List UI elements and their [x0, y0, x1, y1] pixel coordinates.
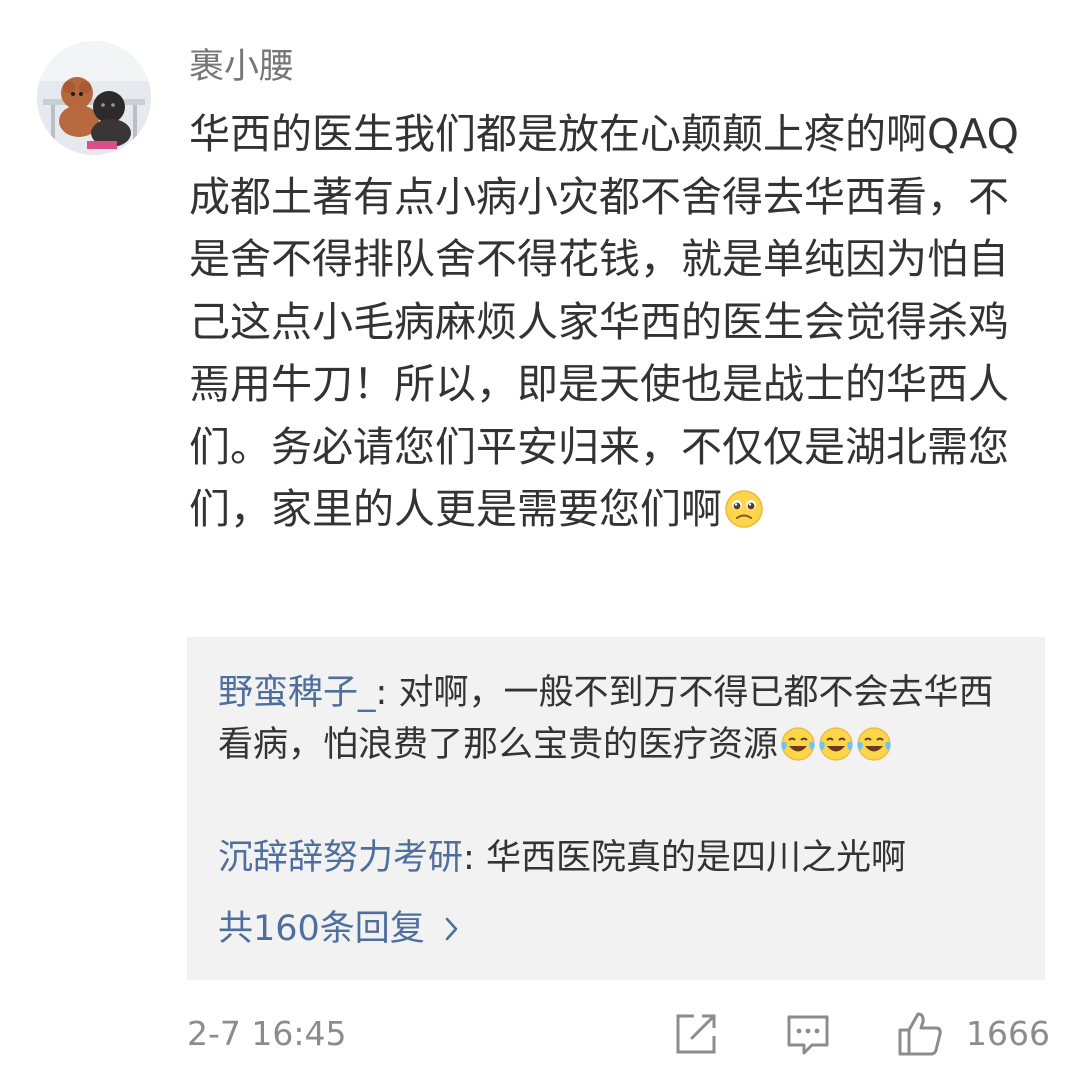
crying-laughing-icon	[780, 726, 816, 762]
chevron-right-icon	[443, 908, 461, 956]
more-replies-label: 共160条回复	[218, 909, 425, 949]
comment-icon[interactable]	[784, 1010, 832, 1058]
crying-laughing-icon	[818, 726, 854, 762]
reply-separator: :	[375, 673, 399, 713]
reply-item[interactable]: 沉辞辞努力考研: 华西医院真的是四川之光啊	[218, 832, 1008, 884]
reply-username[interactable]: 野蛮稗子_	[218, 673, 376, 713]
reply-separator: :	[463, 838, 486, 878]
reply-text: 华西医院真的是四川之光啊	[485, 838, 906, 878]
share-icon[interactable]	[672, 1010, 720, 1058]
pleading-face-icon	[724, 489, 764, 529]
avatar[interactable]	[37, 41, 151, 155]
comment-timestamp: 2-7 16:45	[187, 1014, 347, 1053]
thumbs-up-icon[interactable]	[896, 1010, 944, 1058]
comment-text: 华西的医生我们都是放在心颠颠上疼的啊QAQ成都土著有点小病小灾都不舍得去华西看，…	[189, 103, 1044, 541]
comment-username[interactable]: 裹小腰	[189, 43, 294, 91]
comment-text-content: 华西的医生我们都是放在心颠颠上疼的啊QAQ成都土著有点小病小灾都不舍得去华西看，…	[189, 110, 1019, 533]
crying-laughing-icon	[856, 726, 892, 762]
more-replies-link[interactable]: 共160条回复	[218, 905, 461, 956]
like-count: 1666	[966, 1014, 1050, 1053]
replies-panel[interactable]: 野蛮稗子_: 对啊，一般不到万不得已都不会去华西看病，怕浪费了那么宝贵的医疗资源	[187, 637, 1045, 980]
reply-item[interactable]: 野蛮稗子_: 对啊，一般不到万不得已都不会去华西看病，怕浪费了那么宝贵的医疗资源	[218, 667, 1008, 771]
reply-username[interactable]: 沉辞辞努力考研	[218, 838, 463, 878]
